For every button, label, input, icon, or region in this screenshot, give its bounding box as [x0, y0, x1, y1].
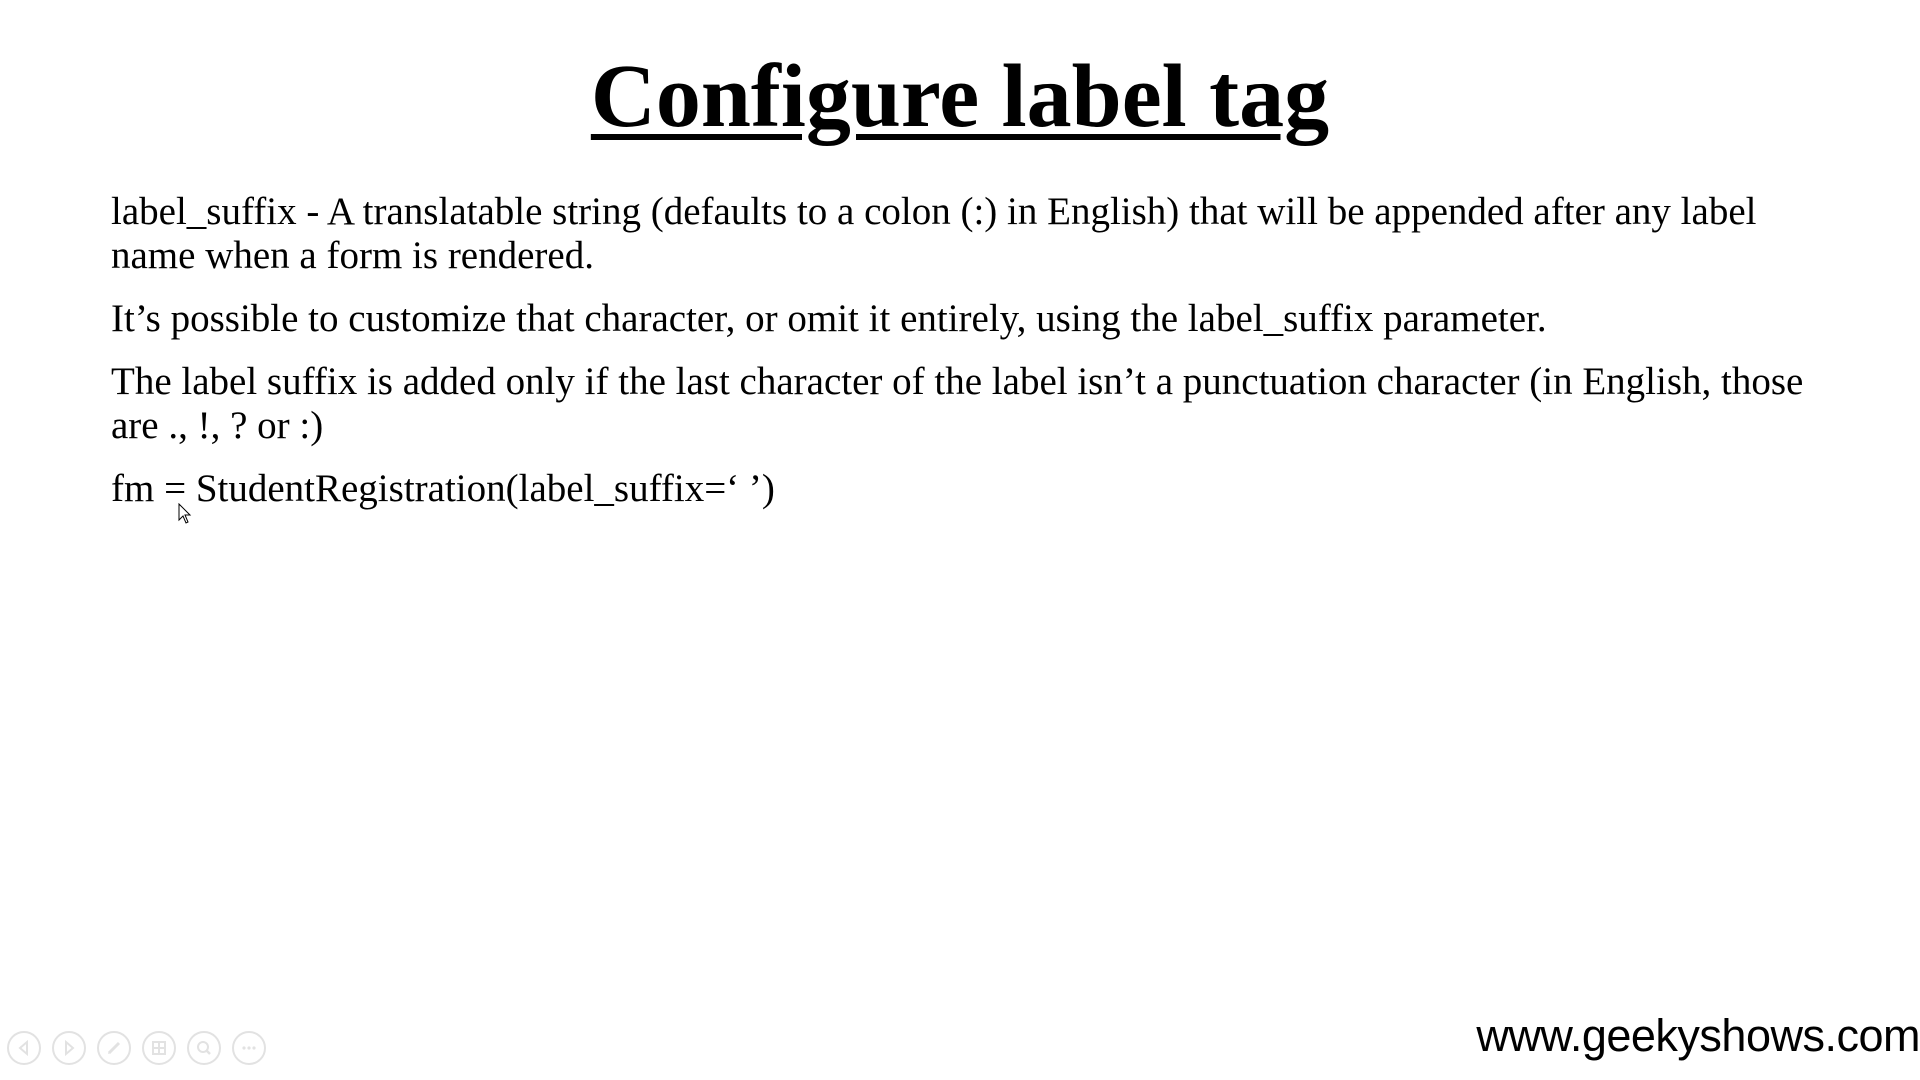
zoom-icon[interactable] [187, 1031, 221, 1065]
footer-url: www.geekyshows.com [1476, 1010, 1920, 1061]
next-icon[interactable] [52, 1031, 86, 1065]
presentation-slide: Configure label tag label_suffix - A tra… [0, 0, 1920, 1080]
more-icon[interactable] [232, 1031, 266, 1065]
paragraph-label-suffix-definition: label_suffix - A translatable string (de… [111, 190, 1757, 277]
slides-icon[interactable] [142, 1031, 176, 1065]
paragraph-code-example: fm = StudentRegistration(label_suffix=‘ … [111, 467, 775, 510]
slide-title-text: Configure label tag [590, 47, 1330, 146]
slide-title: Configure label tag [0, 42, 1920, 152]
pen-icon[interactable] [97, 1031, 131, 1065]
slideshow-controls [7, 1031, 266, 1065]
slide-body: label_suffix - A translatable string (de… [111, 190, 1811, 530]
paragraph-customize: It’s possible to customize that characte… [111, 297, 1547, 340]
mouse-cursor-icon [178, 503, 192, 524]
paragraph-punctuation-rule: The label suffix is added only if the la… [111, 360, 1804, 447]
previous-icon[interactable] [7, 1031, 41, 1065]
